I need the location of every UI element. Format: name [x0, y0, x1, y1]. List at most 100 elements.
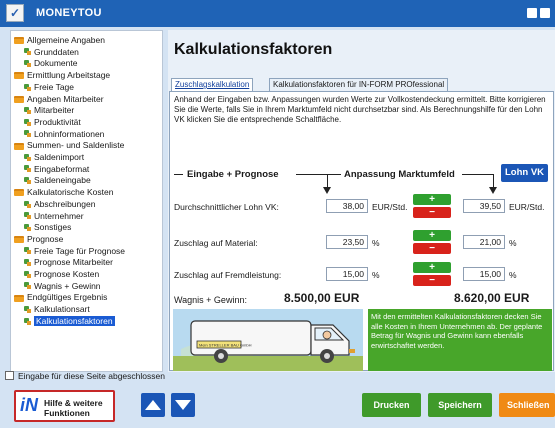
tree-item[interactable]: Wagnis + Gewinn	[24, 280, 101, 292]
title-bar: ✓ MONEYTOU	[0, 0, 555, 27]
completion-checkbox-row[interactable]: Eingabe für diese Seite abgeschlossen	[5, 371, 165, 381]
previous-page-button[interactable]	[141, 393, 165, 417]
tree-item-label: Angaben Mitarbeiter	[27, 93, 104, 104]
page-title: Kalkulationsfaktoren	[174, 41, 333, 58]
tree-item[interactable]: Mitarbeiter	[24, 104, 74, 116]
unit-percent: %	[372, 238, 380, 248]
tree-item[interactable]: Abschreibungen	[24, 198, 95, 210]
unit-eur-std: EUR/Std.	[509, 202, 545, 212]
tree-item-label: Saldeneingabe	[34, 175, 91, 186]
completion-checkbox-label: Eingabe für diese Seite abgeschlossen	[18, 371, 165, 381]
tree-item[interactable]: Unternehmer	[24, 210, 84, 222]
arrow-down-icon	[489, 187, 497, 194]
page-icon	[24, 200, 31, 209]
tree-item-label: Freie Tage	[34, 81, 75, 92]
tree-item[interactable]: Grunddaten	[24, 46, 79, 58]
header-rule-right	[462, 174, 493, 175]
tree-item-label: Produktivität	[34, 116, 81, 127]
row-label-material: Zuschlag auf Material:	[174, 238, 258, 248]
tab-zuschlagskalkulation[interactable]: Zuschlagskalkulation	[171, 78, 254, 91]
tree-group[interactable]: Ermittlung Arbeitstage	[14, 69, 110, 81]
tree-item-label: Kalkulationsfaktoren	[34, 315, 115, 326]
material-market-input[interactable]: 21,00	[463, 235, 505, 249]
info-message-box: Mit den ermittelten Kalkulationsfaktoren…	[368, 309, 552, 371]
help-button[interactable]: iN Hilfe & weitere Funktionen	[14, 390, 115, 422]
tree-item[interactable]: Saldeneingabe	[24, 174, 91, 186]
maximize-icon[interactable]	[540, 8, 550, 18]
print-button[interactable]: Drucken	[362, 393, 421, 417]
tree-item-label: Unternehmer	[34, 210, 84, 221]
connector-right	[493, 174, 494, 188]
help-button-label: Hilfe & weitere Funktionen	[44, 398, 103, 418]
navigation-tree: Allgemeine Angaben Grunddaten Dokumente Erm…	[10, 30, 163, 372]
completion-checkbox[interactable]	[5, 371, 14, 380]
footer-bar: iN Hilfe & weitere Funktionen Drucken Sp…	[0, 385, 555, 428]
tree-item-label: Eingabeformat	[34, 163, 90, 174]
page-icon	[24, 130, 31, 138]
tree-item[interactable]: Produktivität	[24, 116, 81, 128]
page-icon	[24, 305, 31, 314]
page-icon	[24, 153, 31, 162]
page-icon	[24, 247, 31, 255]
lohn-vk-decrease-button[interactable]: −	[413, 207, 451, 218]
tree-item[interactable]: Prognose Kosten	[24, 268, 99, 280]
unit-eur-std: EUR/Std.	[372, 202, 408, 212]
material-increase-button[interactable]: +	[413, 230, 451, 241]
page-icon	[24, 223, 31, 232]
tree-item-label: Prognose	[27, 233, 64, 244]
row-label-fremdleistung: Zuschlag auf Fremdleistung:	[174, 270, 282, 280]
save-button[interactable]: Speichern	[428, 393, 492, 417]
fremdleistung-market-input[interactable]: 15,00	[463, 267, 505, 281]
fremdleistung-input[interactable]: 15,00	[326, 267, 368, 281]
main-content: Kalkulationsfaktoren Zuschlagskalkulatio…	[168, 30, 555, 372]
page-icon	[24, 118, 31, 127]
page-icon	[24, 48, 31, 56]
close-button[interactable]: Schließen	[499, 393, 555, 417]
tab-panel: Anhand der Eingaben bzw. Anpassungen wur…	[169, 91, 554, 371]
fremdleistung-increase-button[interactable]: +	[413, 262, 451, 273]
tab-kalkulationsfaktoren-inform[interactable]: Kalkulationsfaktoren für IN-FORM PROfess…	[269, 78, 449, 91]
tree-item[interactable]: Sonstiges	[24, 221, 71, 233]
tree-group[interactable]: Allgemeine Angaben	[14, 34, 105, 46]
lohn-vk-input[interactable]: 38,00	[326, 199, 368, 213]
tree-item[interactable]: Saldenimport	[24, 151, 84, 163]
material-decrease-button[interactable]: −	[413, 243, 451, 254]
page-icon	[24, 106, 31, 115]
page-icon	[24, 212, 31, 220]
page-icon	[24, 83, 31, 92]
lohn-vk-button[interactable]: Lohn VK	[501, 164, 548, 182]
tree-item[interactable]: Eingabeformat	[24, 163, 89, 175]
next-page-button[interactable]	[171, 393, 195, 417]
lohn-vk-increase-button[interactable]: +	[413, 194, 451, 205]
tree-group[interactable]: Kalkulatorische Kosten	[14, 186, 113, 198]
minimize-icon[interactable]	[527, 8, 537, 18]
tree-item[interactable]: Kalkulationsfaktoren	[24, 315, 115, 327]
wagnis-gewinn-label: Wagnis + Gewinn:	[174, 295, 247, 305]
material-input[interactable]: 23,50	[326, 235, 368, 249]
wagnis-gewinn-input-total: 8.500,00 EUR	[284, 291, 360, 305]
tree-group[interactable]: Summen- und Saldenliste	[14, 139, 124, 151]
tree-item-label: Summen- und Saldenliste	[27, 140, 125, 151]
tree-item-label: Saldenimport	[34, 152, 85, 162]
tree-item-label: Sonstiges	[34, 222, 72, 233]
tree-item[interactable]: Prognose Mitarbeiter	[24, 256, 113, 268]
page-icon	[24, 317, 31, 326]
intro-text: Anhand der Eingaben bzw. Anpassungen wur…	[174, 95, 546, 124]
tree-item[interactable]: Kalkulationsart	[24, 303, 90, 315]
fremdleistung-decrease-button[interactable]: −	[413, 275, 451, 286]
tree-group[interactable]: Prognose	[14, 233, 63, 245]
tree-item-label: Lohninformationen	[34, 128, 105, 139]
lohn-vk-market-input[interactable]: 39,50	[463, 199, 505, 213]
unit-percent: %	[509, 238, 517, 248]
header-anpassung-marktumfeld: Anpassung Marktumfeld	[344, 169, 455, 180]
folder-icon	[14, 294, 24, 302]
tree-item[interactable]: Freie Tage für Prognose	[24, 245, 125, 257]
help-logo-icon: iN	[20, 395, 38, 415]
tree-group[interactable]: Angaben Mitarbeiter	[14, 93, 104, 105]
tree-item[interactable]: Freie Tage	[24, 81, 74, 93]
tree-item-label: Abschreibungen	[34, 198, 96, 209]
tree-item[interactable]: Lohninformationen	[24, 128, 104, 140]
tree-group[interactable]: Endgültiges Ergebnis	[14, 291, 107, 303]
tree-item[interactable]: Dokumente	[24, 57, 77, 69]
tree-item-label: Allgemeine Angaben	[27, 35, 105, 45]
